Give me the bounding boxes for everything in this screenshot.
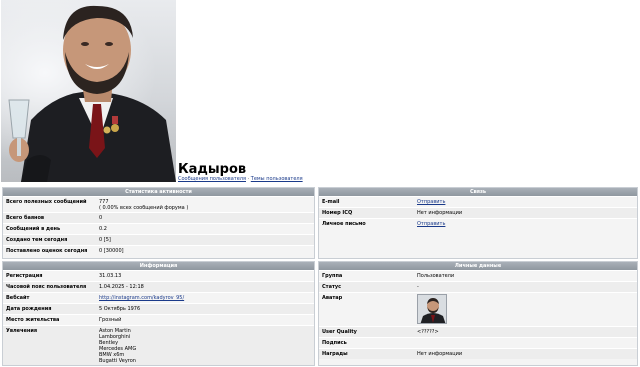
personal-row-quality: User Quality <?????> <box>319 326 637 337</box>
profile-name: Кадыров <box>178 162 247 177</box>
info-row-hobbies: Увлечения Aston Martin Lamborghini Bentl… <box>3 325 314 365</box>
activity-panel: Статистика активности Всего полезных соо… <box>2 187 315 259</box>
activity-row-bayans: Всего баянов 0 <box>3 212 314 223</box>
contact-panel-title: Связь <box>319 188 637 196</box>
pm-send-link[interactable]: Отправить <box>417 221 445 227</box>
contact-row-email: E-mail Отправить <box>319 196 637 207</box>
email-send-link[interactable]: Отправить <box>417 199 445 205</box>
info-row-birthday: Дата рождения 5 Октябрь 1976 <box>3 303 314 314</box>
activity-row-posts: Всего полезных сообщений 777 ( 0.00% все… <box>3 196 314 212</box>
user-posts-link[interactable]: Сообщения пользователя <box>178 176 246 182</box>
personal-row-group: Группа Пользователи <box>319 270 637 281</box>
contact-row-icq: Номер ICQ Нет информации <box>319 207 637 218</box>
website-link[interactable]: http://instagram.com/kadyrov_95/ <box>99 295 184 301</box>
personal-panel: Личные данные Группа Пользователи Статус… <box>318 261 638 366</box>
info-row-location: Место жительства Грозный <box>3 314 314 325</box>
info-row-timezone: Часовой пояс пользователя 1.04.2025 - 12… <box>3 281 314 292</box>
info-panel: Информация Регистрация 31.03.13 Часовой … <box>2 261 315 366</box>
contact-row-pm: Личное письмо Отправить <box>319 218 637 229</box>
personal-row-status: Статус - <box>319 281 637 292</box>
profile-photo <box>1 0 176 182</box>
personal-row-awards: Награды Нет информации <box>319 348 637 359</box>
profile-subnav: Сообщения пользователя · Темы пользовате… <box>178 176 303 182</box>
avatar <box>417 294 447 324</box>
activity-row-topics-today: Создано тем сегодня 0 [5] <box>3 234 314 245</box>
personal-row-signature: Подпись <box>319 337 637 348</box>
info-row-website: Вебсайт http://instagram.com/kadyrov_95/ <box>3 292 314 303</box>
activity-row-per-day: Сообщений в день 0.2 <box>3 223 314 234</box>
personal-panel-title: Личные данные <box>319 262 637 270</box>
activity-panel-title: Статистика активности <box>3 188 314 196</box>
hobby-item: Bugatti Veyron <box>99 358 136 364</box>
user-topics-link[interactable]: Темы пользователя <box>251 176 303 182</box>
contact-panel: Связь E-mail Отправить Номер ICQ Нет инф… <box>318 187 638 259</box>
info-row-registration: Регистрация 31.03.13 <box>3 270 314 281</box>
info-panel-title: Информация <box>3 262 314 270</box>
activity-row-ratings-today: Поставлено оценок сегодня 0 [30000] <box>3 245 314 256</box>
personal-row-avatar: Аватар <box>319 292 637 326</box>
